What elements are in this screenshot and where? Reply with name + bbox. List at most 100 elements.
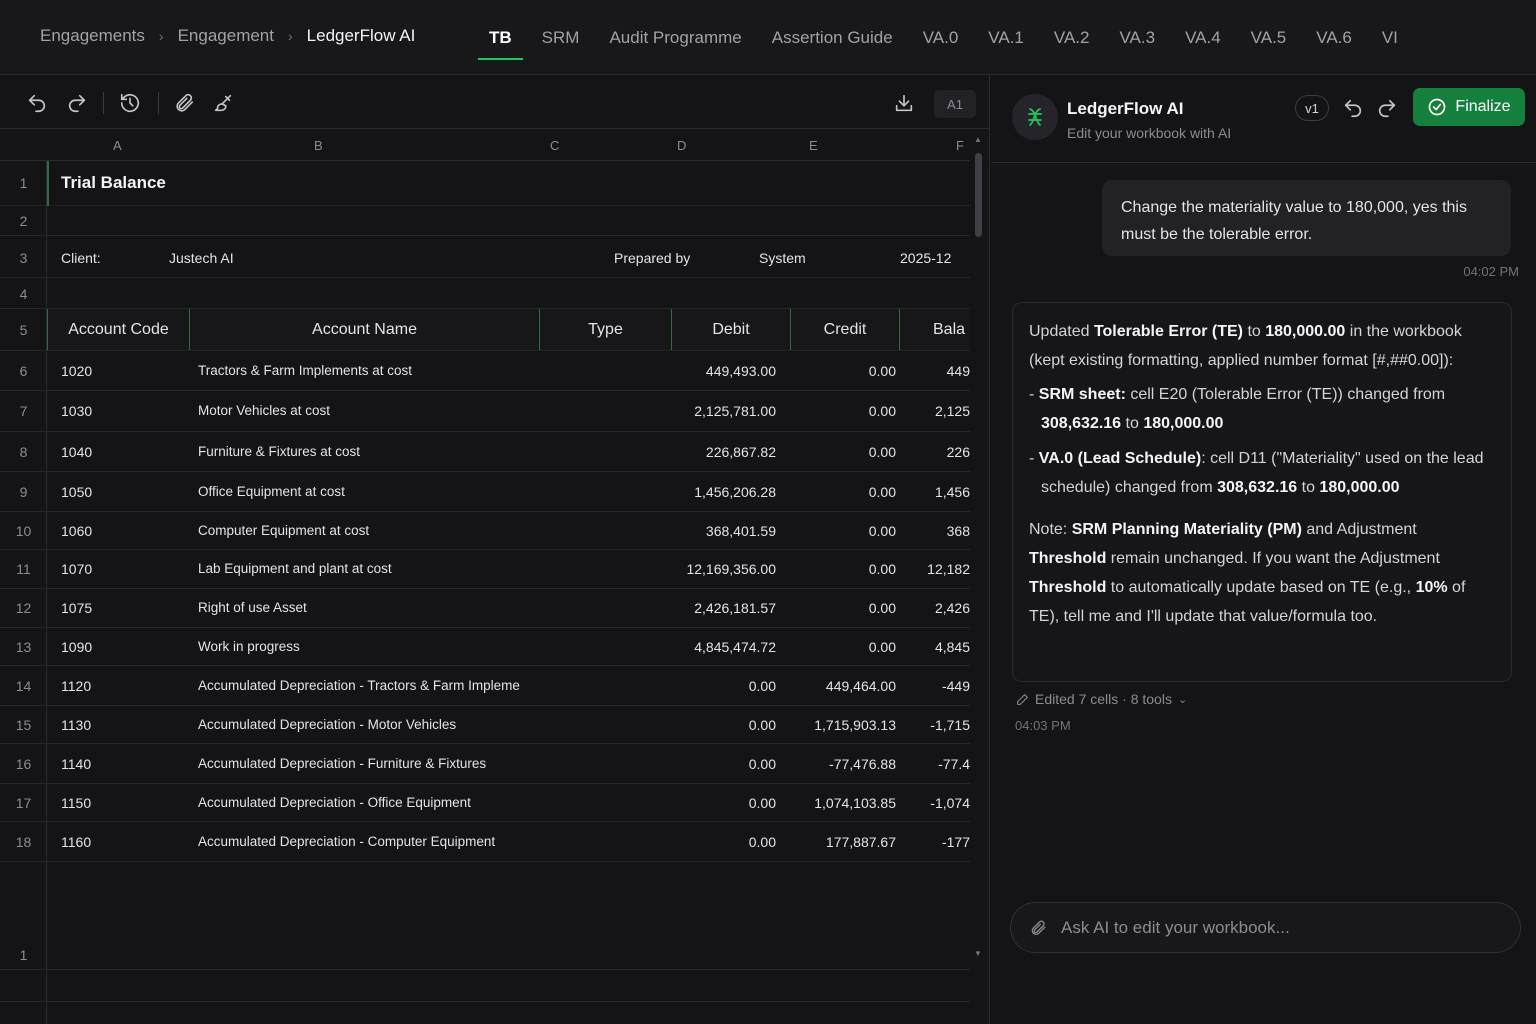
sheet-grid[interactable]: A B C D E F 1 Trial Balance 2 3 Client: … (0, 129, 970, 1024)
row-number[interactable]: 10 (0, 523, 47, 539)
balance-cell[interactable]: -1,715 (900, 717, 970, 733)
credit-cell[interactable]: 0.00 (780, 561, 896, 577)
debit-cell[interactable]: 2,426,181.57 (660, 600, 776, 616)
credit-cell[interactable]: 0.00 (780, 363, 896, 379)
column-header-c[interactable]: C (550, 138, 559, 153)
balance-cell[interactable]: -449 (900, 678, 970, 694)
debit-cell[interactable]: 368,401.59 (660, 523, 776, 539)
history-icon[interactable] (119, 92, 141, 114)
debit-cell[interactable]: 1,456,206.28 (660, 484, 776, 500)
row-number[interactable]: 18 (0, 834, 47, 850)
credit-cell[interactable]: 0.00 (780, 600, 896, 616)
balance-cell[interactable]: 226 (900, 444, 970, 460)
credit-cell[interactable]: 1,074,103.85 (780, 795, 896, 811)
brush-icon[interactable] (212, 92, 234, 114)
finalize-button[interactable]: Finalize (1413, 88, 1525, 126)
scroll-up-icon[interactable]: ▲ (974, 135, 982, 144)
tab-assertion-guide[interactable]: Assertion Guide (757, 0, 908, 75)
tab-va3[interactable]: VA.3 (1104, 0, 1170, 75)
balance-cell[interactable]: 449 (900, 363, 970, 379)
account-code-cell[interactable]: 1060 (61, 523, 92, 539)
chat-input[interactable] (1061, 917, 1481, 938)
vertical-scrollbar[interactable]: ▲ ▼ (970, 129, 988, 1024)
account-code-cell[interactable]: 1120 (61, 678, 91, 694)
header-credit[interactable]: Credit (790, 309, 899, 350)
debit-cell[interactable]: 0.00 (660, 834, 776, 850)
account-code-cell[interactable]: 1070 (61, 561, 92, 577)
debit-cell[interactable]: 12,169,356.00 (660, 561, 776, 577)
balance-cell[interactable]: 368 (900, 523, 970, 539)
credit-cell[interactable]: 0.00 (780, 444, 896, 460)
credit-cell[interactable]: -77,476.88 (780, 756, 896, 772)
credit-cell[interactable]: 0.00 (780, 484, 896, 500)
balance-cell[interactable]: 2,125 (900, 403, 970, 419)
debit-cell[interactable]: 0.00 (660, 717, 776, 733)
credit-cell[interactable]: 177,887.67 (780, 834, 896, 850)
redo-icon[interactable] (1376, 97, 1398, 119)
credit-cell[interactable]: 0.00 (780, 639, 896, 655)
balance-cell[interactable]: 1,456 (900, 484, 970, 500)
tab-srm[interactable]: SRM (527, 0, 595, 75)
prepared-by-label[interactable]: Prepared by (614, 250, 690, 266)
tab-va5[interactable]: VA.5 (1236, 0, 1302, 75)
tab-va0[interactable]: VA.0 (908, 0, 974, 75)
tab-va6[interactable]: VA.6 (1301, 0, 1367, 75)
row-number[interactable]: 14 (0, 678, 47, 694)
balance-cell[interactable]: -77.4 (900, 756, 970, 772)
account-code-cell[interactable]: 1150 (61, 795, 91, 811)
debit-cell[interactable]: 0.00 (660, 795, 776, 811)
tab-audit-programme[interactable]: Audit Programme (594, 0, 756, 75)
account-name-cell[interactable]: Furniture & Fixtures at cost (198, 444, 548, 459)
undo-icon[interactable] (1342, 97, 1364, 119)
row-number[interactable]: 16 (0, 756, 47, 772)
row-number[interactable]: 17 (0, 795, 47, 811)
tab-va2[interactable]: VA.2 (1039, 0, 1105, 75)
credit-cell[interactable]: 449,464.00 (780, 678, 896, 694)
account-code-cell[interactable]: 1130 (61, 717, 91, 733)
version-badge[interactable]: v1 (1295, 95, 1329, 121)
header-account-name[interactable]: Account Name (189, 309, 539, 350)
account-name-cell[interactable]: Accumulated Depreciation - Office Equipm… (198, 795, 548, 810)
account-name-cell[interactable]: Lab Equipment and plant at cost (198, 561, 548, 576)
account-name-cell[interactable]: Accumulated Depreciation - Motor Vehicle… (198, 717, 548, 732)
paperclip-icon[interactable] (173, 92, 195, 114)
header-balance[interactable]: Bala (899, 309, 970, 350)
tab-tb[interactable]: TB (474, 0, 527, 75)
account-code-cell[interactable]: 1140 (61, 756, 91, 772)
column-header-a[interactable]: A (113, 138, 122, 153)
account-name-cell[interactable]: Tractors & Farm Implements at cost (198, 363, 548, 378)
cell-reference[interactable]: A1 (934, 90, 976, 118)
breadcrumb-engagement[interactable]: Engagement (178, 26, 274, 46)
header-debit[interactable]: Debit (671, 309, 790, 350)
client-value[interactable]: Justech AI (169, 250, 234, 266)
tab-vi[interactable]: VI (1367, 0, 1413, 75)
row-number[interactable]: 13 (0, 639, 47, 655)
account-name-cell[interactable]: Computer Equipment at cost (198, 523, 548, 538)
client-label[interactable]: Client: (61, 250, 101, 266)
account-name-cell[interactable]: Office Equipment at cost (198, 484, 548, 499)
prepared-by-value[interactable]: System (759, 250, 806, 266)
row-number[interactable]: 12 (0, 600, 47, 616)
tab-va1[interactable]: VA.1 (973, 0, 1039, 75)
account-code-cell[interactable]: 1050 (61, 484, 92, 500)
header-account-code[interactable]: Account Code (47, 309, 189, 350)
paperclip-icon[interactable] (1029, 919, 1047, 937)
row-number[interactable]: 6 (0, 363, 47, 379)
account-name-cell[interactable]: Right of use Asset (198, 600, 548, 615)
debit-cell[interactable]: 4,845,474.72 (660, 639, 776, 655)
debit-cell[interactable]: 0.00 (660, 678, 776, 694)
account-code-cell[interactable]: 1030 (61, 403, 92, 419)
column-header-f[interactable]: F (956, 138, 964, 153)
undo-icon[interactable] (26, 92, 48, 114)
credit-cell[interactable]: 0.00 (780, 403, 896, 419)
account-code-cell[interactable]: 1075 (61, 600, 92, 616)
account-code-cell[interactable]: 1160 (61, 834, 91, 850)
scrollbar-thumb[interactable] (975, 153, 982, 237)
edited-summary[interactable]: Edited 7 cells · 8 tools ⌄ (1016, 691, 1187, 707)
account-name-cell[interactable]: Motor Vehicles at cost (198, 403, 548, 418)
column-header-d[interactable]: D (677, 138, 686, 153)
breadcrumb-engagements[interactable]: Engagements (40, 26, 145, 46)
account-name-cell[interactable]: Accumulated Depreciation - Computer Equi… (198, 834, 548, 849)
debit-cell[interactable]: 0.00 (660, 756, 776, 772)
row-number[interactable]: 9 (0, 484, 47, 500)
